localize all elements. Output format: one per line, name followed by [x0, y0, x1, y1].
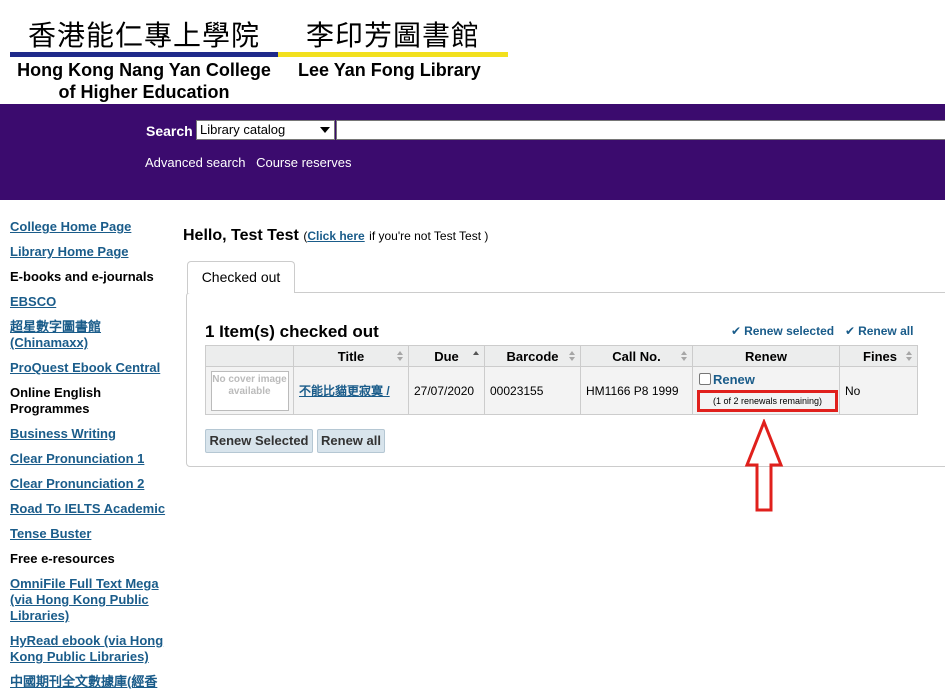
sidebar-item-proquest[interactable]: ProQuest Ebook Central — [10, 360, 170, 376]
search-sublinks: Advanced search Course reserves — [145, 155, 358, 170]
title-cell: 不能比貓更寂寞 / — [293, 366, 409, 415]
logo-yellow-bar — [278, 52, 508, 57]
sidebar-item-ebsco[interactable]: EBSCO — [10, 294, 170, 310]
chevron-down-icon — [320, 127, 330, 133]
sidebar-heading-ebooks: E-books and e-journals — [10, 269, 154, 284]
renew-cell: Renew (1 of 2 renewals remaining) — [692, 366, 840, 415]
fines-cell: No — [839, 366, 918, 415]
course-reserves-link[interactable]: Course reserves — [256, 155, 351, 170]
table-row: No cover image available 不能比貓更寂寞 / 27/07… — [205, 366, 918, 415]
col-due[interactable]: Due — [408, 345, 485, 367]
college-name-chinese: 香港能仁專上學院 — [28, 19, 261, 52]
greeting: Hello, Test Test (Click here if you're n… — [183, 227, 489, 244]
item-title-link[interactable]: 不能比貓更寂寞 / — [299, 384, 390, 398]
search-scope-select[interactable]: Library catalog — [196, 120, 335, 140]
search-bar: Search Library catalog Advanced search C… — [0, 104, 945, 200]
sidebar-heading-online-english: Online English Programmes — [10, 385, 102, 416]
renew-all-link[interactable]: ✔ Renew all — [845, 324, 913, 338]
check-icon: ✔ — [731, 324, 742, 338]
due-cell: 27/07/2020 — [408, 366, 485, 415]
sidebar-item-business-writing[interactable]: Business Writing — [10, 426, 170, 442]
library-name-chinese: 李印芳圖書館 — [306, 19, 481, 52]
cover-cell: No cover image available — [205, 366, 294, 415]
double-check-icon: ✔ — [845, 324, 856, 338]
sort-icon — [569, 351, 575, 361]
barcode-cell: 00023155 — [484, 366, 581, 415]
sort-icon — [397, 351, 403, 361]
sidebar-item-tense-buster[interactable]: Tense Buster — [10, 526, 170, 542]
renewals-remaining-note: (1 of 2 renewals remaining) — [697, 390, 838, 412]
sidebar-item-ielts[interactable]: Road To IELTS Academic — [10, 501, 170, 517]
sort-asc-icon — [473, 351, 479, 361]
search-label: Search — [146, 123, 193, 139]
college-name-english: Hong Kong Nang Yan College of Higher Edu… — [17, 60, 271, 102]
checkbox-icon[interactable] — [699, 373, 711, 385]
search-input[interactable] — [336, 120, 945, 140]
sidebar-heading-free: Free e-resources — [10, 551, 115, 566]
up-arrow-shape — [744, 419, 784, 512]
logo-blue-bar — [10, 52, 278, 57]
col-title[interactable]: Title — [293, 345, 409, 367]
sort-icon — [681, 351, 687, 361]
call-no-cell: HM1166 P8 1999 — [580, 366, 693, 415]
sidebar-item-clear-pron-1[interactable]: Clear Pronunciation 1 — [10, 451, 170, 467]
renew-all-button[interactable]: Renew all — [317, 429, 385, 453]
col-barcode[interactable]: Barcode — [484, 345, 581, 367]
renew-selected-link[interactable]: ✔ Renew selected — [731, 324, 834, 338]
sidebar-item-college-home[interactable]: College Home Page — [10, 219, 170, 235]
sidebar-item-clear-pron-2[interactable]: Clear Pronunciation 2 — [10, 476, 170, 492]
advanced-search-link[interactable]: Advanced search — [145, 155, 245, 170]
checkouts-table: Title Due Barcode Call No. Renew Fines N… — [205, 345, 918, 415]
library-name-english: Lee Yan Fong Library — [298, 60, 481, 80]
sidebar-links: College Home Page Library Home Page E-bo… — [10, 219, 170, 699]
site-header: 香港能仁專上學院 李印芳圖書館 Hong Kong Nang Yan Colle… — [0, 0, 945, 104]
sidebar-item-omnifile[interactable]: OmniFile Full Text Mega (via Hong Kong P… — [10, 576, 170, 624]
no-cover-placeholder: No cover image available — [210, 370, 289, 411]
checkout-count-title: 1 Item(s) checked out — [205, 322, 379, 341]
sort-icon — [906, 351, 912, 361]
col-cover — [205, 345, 294, 367]
sidebar-item-chinamaxx[interactable]: 超星數字圖書館 (Chinamaxx) — [10, 319, 170, 351]
sidebar-item-library-home[interactable]: Library Home Page — [10, 244, 170, 260]
col-fines[interactable]: Fines — [839, 345, 918, 367]
not-you-link[interactable]: Click here — [307, 229, 364, 243]
sidebar-item-cnki[interactable]: 中國期刊全文數據庫(經香 — [10, 674, 170, 690]
col-renew: Renew — [692, 345, 840, 367]
up-arrow-icon — [744, 419, 784, 512]
renew-checkbox[interactable]: Renew — [699, 372, 755, 387]
sidebar-item-hyread[interactable]: HyRead ebook (via Hong Kong Public Libra… — [10, 633, 170, 665]
renew-selected-button[interactable]: Renew Selected — [205, 429, 313, 453]
col-call-no[interactable]: Call No. — [580, 345, 693, 367]
tab-checked-out[interactable]: Checked out — [187, 261, 295, 293]
